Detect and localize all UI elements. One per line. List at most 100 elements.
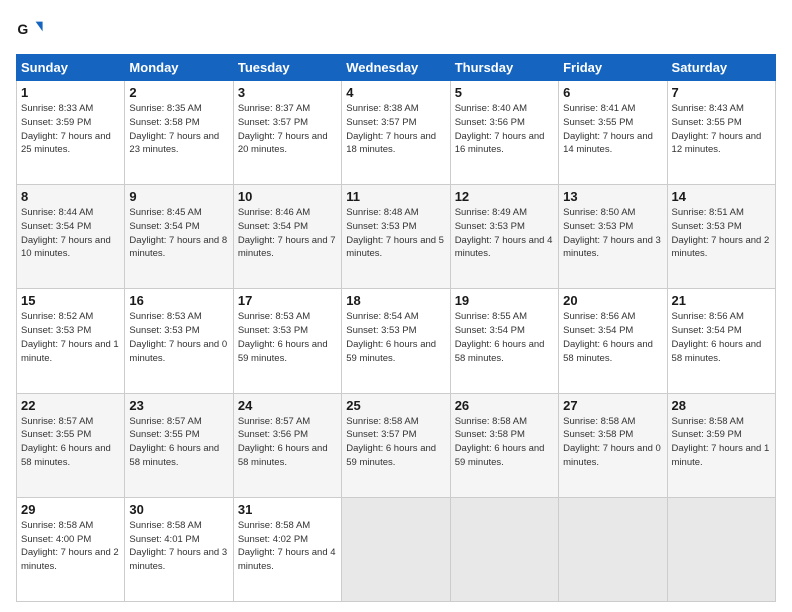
day-info: Sunrise: 8:45 AMSunset: 3:54 PMDaylight:…	[129, 206, 228, 261]
calendar-cell: 14Sunrise: 8:51 AMSunset: 3:53 PMDayligh…	[667, 185, 775, 289]
calendar-cell: 31Sunrise: 8:58 AMSunset: 4:02 PMDayligh…	[233, 497, 341, 601]
day-info: Sunrise: 8:58 AMSunset: 3:58 PMDaylight:…	[563, 415, 662, 470]
calendar-week-row: 8 Sunrise: 8:44 AMSunset: 3:54 PMDaylight…	[17, 185, 776, 289]
day-info: Sunrise: 8:35 AMSunset: 3:58 PMDaylight:…	[129, 102, 228, 157]
calendar-cell: 11 Sunrise: 8:48 AMSunset: 3:53 PMDayligh…	[342, 185, 450, 289]
calendar-header-friday: Friday	[559, 55, 667, 81]
day-number: 29	[21, 502, 120, 517]
calendar-cell: 27 Sunrise: 8:58 AMSunset: 3:58 PMDayligh…	[559, 393, 667, 497]
calendar-cell: 4 Sunrise: 8:38 AMSunset: 3:57 PMDaylight…	[342, 81, 450, 185]
calendar-week-row: 1 Sunrise: 8:33 AMSunset: 3:59 PMDaylight…	[17, 81, 776, 185]
day-number: 4	[346, 85, 445, 100]
day-number: 25	[346, 398, 445, 413]
day-info: Sunrise: 8:56 AMSunset: 3:54 PMDaylight:…	[672, 310, 771, 365]
day-number: 1	[21, 85, 120, 100]
day-info: Sunrise: 8:37 AMSunset: 3:57 PMDaylight:…	[238, 102, 337, 157]
calendar-cell	[450, 497, 558, 601]
calendar-cell: 22 Sunrise: 8:57 AMSunset: 3:55 PMDayligh…	[17, 393, 125, 497]
day-info: Sunrise: 8:53 AMSunset: 3:53 PMDaylight:…	[129, 310, 228, 365]
calendar-cell: 12 Sunrise: 8:49 AMSunset: 3:53 PMDayligh…	[450, 185, 558, 289]
day-info: Sunrise: 8:52 AMSunset: 3:53 PMDaylight:…	[21, 310, 120, 365]
day-number: 19	[455, 293, 554, 308]
calendar-cell: 17 Sunrise: 8:53 AMSunset: 3:53 PMDayligh…	[233, 289, 341, 393]
day-info: Sunrise: 8:51 AMSunset: 3:53 PMDaylight:…	[672, 206, 771, 261]
calendar-cell: 10 Sunrise: 8:46 AMSunset: 3:54 PMDayligh…	[233, 185, 341, 289]
day-info: Sunrise: 8:58 AMSunset: 3:57 PMDaylight:…	[346, 415, 445, 470]
calendar-cell: 13 Sunrise: 8:50 AMSunset: 3:53 PMDayligh…	[559, 185, 667, 289]
day-info: Sunrise: 8:58 AMSunset: 3:59 PMDaylight:…	[672, 415, 771, 470]
day-info: Sunrise: 8:58 AMSunset: 4:00 PMDaylight:…	[21, 519, 120, 574]
day-info: Sunrise: 8:54 AMSunset: 3:53 PMDaylight:…	[346, 310, 445, 365]
calendar-table: SundayMondayTuesdayWednesdayThursdayFrid…	[16, 54, 776, 602]
day-info: Sunrise: 8:48 AMSunset: 3:53 PMDaylight:…	[346, 206, 445, 261]
calendar-cell: 28 Sunrise: 8:58 AMSunset: 3:59 PMDayligh…	[667, 393, 775, 497]
calendar-cell: 29 Sunrise: 8:58 AMSunset: 4:00 PMDayligh…	[17, 497, 125, 601]
calendar-cell: 18 Sunrise: 8:54 AMSunset: 3:53 PMDayligh…	[342, 289, 450, 393]
day-number: 26	[455, 398, 554, 413]
logo: G	[16, 16, 48, 44]
day-number: 10	[238, 189, 337, 204]
day-number: 24	[238, 398, 337, 413]
day-info: Sunrise: 8:33 AMSunset: 3:59 PMDaylight:…	[21, 102, 120, 157]
day-number: 21	[672, 293, 771, 308]
day-info: Sunrise: 8:55 AMSunset: 3:54 PMDaylight:…	[455, 310, 554, 365]
day-info: Sunrise: 8:57 AMSunset: 3:55 PMDaylight:…	[129, 415, 228, 470]
calendar-cell: 7 Sunrise: 8:43 AMSunset: 3:55 PMDaylight…	[667, 81, 775, 185]
day-info: Sunrise: 8:57 AMSunset: 3:56 PMDaylight:…	[238, 415, 337, 470]
calendar-cell	[667, 497, 775, 601]
day-info: Sunrise: 8:38 AMSunset: 3:57 PMDaylight:…	[346, 102, 445, 157]
day-info: Sunrise: 8:58 AMSunset: 4:02 PMDaylight:…	[238, 519, 337, 574]
calendar-cell: 30Sunrise: 8:58 AMSunset: 4:01 PMDayligh…	[125, 497, 233, 601]
day-number: 16	[129, 293, 228, 308]
calendar-header-monday: Monday	[125, 55, 233, 81]
day-info: Sunrise: 8:40 AMSunset: 3:56 PMDaylight:…	[455, 102, 554, 157]
day-number: 11	[346, 189, 445, 204]
calendar-header-wednesday: Wednesday	[342, 55, 450, 81]
calendar-header-saturday: Saturday	[667, 55, 775, 81]
day-number: 2	[129, 85, 228, 100]
calendar-cell: 16 Sunrise: 8:53 AMSunset: 3:53 PMDayligh…	[125, 289, 233, 393]
header: G	[16, 16, 776, 44]
day-number: 23	[129, 398, 228, 413]
day-number: 28	[672, 398, 771, 413]
day-number: 3	[238, 85, 337, 100]
day-info: Sunrise: 8:53 AMSunset: 3:53 PMDaylight:…	[238, 310, 337, 365]
day-number: 18	[346, 293, 445, 308]
day-number: 7	[672, 85, 771, 100]
calendar-cell: 9 Sunrise: 8:45 AMSunset: 3:54 PMDaylight…	[125, 185, 233, 289]
day-number: 9	[129, 189, 228, 204]
day-info: Sunrise: 8:43 AMSunset: 3:55 PMDaylight:…	[672, 102, 771, 157]
calendar-cell: 6Sunrise: 8:41 AMSunset: 3:55 PMDaylight…	[559, 81, 667, 185]
day-info: Sunrise: 8:46 AMSunset: 3:54 PMDaylight:…	[238, 206, 337, 261]
calendar-cell: 20Sunrise: 8:56 AMSunset: 3:54 PMDayligh…	[559, 289, 667, 393]
calendar-cell	[342, 497, 450, 601]
calendar-cell: 15 Sunrise: 8:52 AMSunset: 3:53 PMDayligh…	[17, 289, 125, 393]
day-number: 13	[563, 189, 662, 204]
day-info: Sunrise: 8:58 AMSunset: 3:58 PMDaylight:…	[455, 415, 554, 470]
calendar-week-row: 29 Sunrise: 8:58 AMSunset: 4:00 PMDayligh…	[17, 497, 776, 601]
calendar-cell: 3 Sunrise: 8:37 AMSunset: 3:57 PMDaylight…	[233, 81, 341, 185]
calendar-cell: 25 Sunrise: 8:58 AMSunset: 3:57 PMDayligh…	[342, 393, 450, 497]
day-number: 22	[21, 398, 120, 413]
calendar-cell: 8 Sunrise: 8:44 AMSunset: 3:54 PMDaylight…	[17, 185, 125, 289]
day-number: 15	[21, 293, 120, 308]
calendar-cell	[559, 497, 667, 601]
day-number: 8	[21, 189, 120, 204]
day-info: Sunrise: 8:50 AMSunset: 3:53 PMDaylight:…	[563, 206, 662, 261]
calendar-week-row: 15 Sunrise: 8:52 AMSunset: 3:53 PMDayligh…	[17, 289, 776, 393]
calendar-cell: 21 Sunrise: 8:56 AMSunset: 3:54 PMDayligh…	[667, 289, 775, 393]
calendar-page: G SundayMondayTuesdayWednesdayThursdayFr…	[0, 0, 792, 612]
day-info: Sunrise: 8:44 AMSunset: 3:54 PMDaylight:…	[21, 206, 120, 261]
day-info: Sunrise: 8:49 AMSunset: 3:53 PMDaylight:…	[455, 206, 554, 261]
calendar-week-row: 22 Sunrise: 8:57 AMSunset: 3:55 PMDayligh…	[17, 393, 776, 497]
calendar-cell: 1 Sunrise: 8:33 AMSunset: 3:59 PMDaylight…	[17, 81, 125, 185]
day-number: 12	[455, 189, 554, 204]
day-info: Sunrise: 8:57 AMSunset: 3:55 PMDaylight:…	[21, 415, 120, 470]
day-info: Sunrise: 8:56 AMSunset: 3:54 PMDaylight:…	[563, 310, 662, 365]
day-number: 6	[563, 85, 662, 100]
day-number: 27	[563, 398, 662, 413]
day-number: 17	[238, 293, 337, 308]
calendar-cell: 23 Sunrise: 8:57 AMSunset: 3:55 PMDayligh…	[125, 393, 233, 497]
logo-icon: G	[16, 16, 44, 44]
svg-text:G: G	[17, 21, 28, 37]
